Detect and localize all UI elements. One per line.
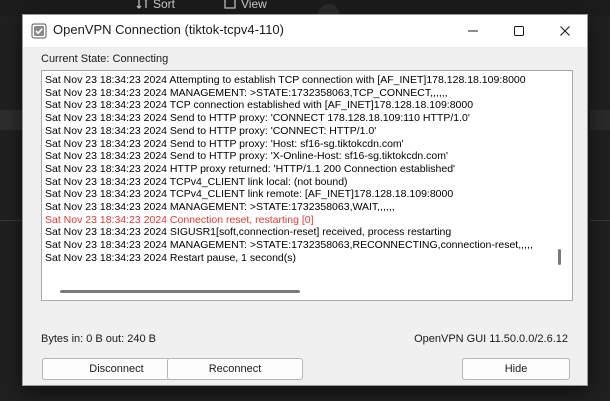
log-line: Sat Nov 23 18:34:23 2024 TCPv4_CLIENT li… <box>45 188 454 201</box>
maximize-icon <box>514 26 524 36</box>
maximize-button[interactable] <box>496 15 542 47</box>
window-title: OpenVPN Connection (tiktok-tcpv4-110) <box>53 22 284 37</box>
openvpn-connection-window: OpenVPN Connection (tiktok-tcpv4-110) Cu… <box>22 14 588 386</box>
log-line: Sat Nov 23 18:34:23 2024 MANAGEMENT: >ST… <box>45 239 533 252</box>
log-line: Sat Nov 23 18:34:23 2024 TCPv4_CLIENT li… <box>45 175 348 188</box>
log-line: Sat Nov 23 18:34:23 2024 SIGUSR1[soft,co… <box>45 226 452 239</box>
log-line: Sat Nov 23 18:34:23 2024 Send to HTTP pr… <box>45 150 449 163</box>
title-bar[interactable]: OpenVPN Connection (tiktok-tcpv4-110) <box>23 15 587 47</box>
current-state-label: Current State: Connecting <box>41 53 169 65</box>
minimize-icon <box>468 30 478 32</box>
horizontal-scrollbar-thumb[interactable] <box>60 290 300 293</box>
log-line-error: Sat Nov 23 18:34:23 2024 Connection rese… <box>45 213 314 226</box>
minimize-button[interactable] <box>450 15 496 47</box>
log-line: Sat Nov 23 18:34:23 2024 Send to HTTP pr… <box>45 112 470 125</box>
background-sort-label[interactable]: Sort <box>153 0 175 11</box>
log-line: Sat Nov 23 18:34:23 2024 MANAGEMENT: >ST… <box>45 201 395 214</box>
log-line: Sat Nov 23 18:34:23 2024 HTTP proxy retu… <box>45 162 456 175</box>
log-line: Sat Nov 23 18:34:23 2024 Attempting to e… <box>45 74 526 86</box>
log-lines: Sat Nov 23 18:34:23 2024 Attempting to e… <box>45 74 555 265</box>
sort-icon <box>136 0 150 10</box>
version-label: OpenVPN GUI 11.50.0.0/2.6.12 <box>414 333 568 345</box>
log-line: Sat Nov 23 18:34:23 2024 MANAGEMENT: >ST… <box>45 86 448 99</box>
hide-button[interactable]: Hide <box>462 358 570 380</box>
background-view-label[interactable]: View <box>241 0 267 11</box>
background-selected-row <box>0 110 22 130</box>
bytes-counter: Bytes in: 0 B out: 240 B <box>41 333 156 345</box>
vertical-scrollbar-thumb[interactable] <box>558 249 561 265</box>
reconnect-button[interactable]: Reconnect <box>167 358 303 380</box>
log-line: Sat Nov 23 18:34:23 2024 TCP connection … <box>45 99 474 112</box>
view-icon <box>223 0 237 10</box>
background-divider <box>0 220 22 221</box>
openvpn-app-icon <box>31 23 47 39</box>
background-divider-right <box>590 220 610 221</box>
log-line: Sat Nov 23 18:34:23 2024 Restart pause, … <box>45 251 296 264</box>
close-button[interactable] <box>542 15 588 47</box>
log-output[interactable]: Sat Nov 23 18:34:23 2024 Attempting to e… <box>41 70 573 301</box>
background-selected-row-right <box>590 110 610 130</box>
log-line: Sat Nov 23 18:34:23 2024 Send to HTTP pr… <box>45 124 377 137</box>
close-icon <box>560 26 570 36</box>
log-line: Sat Nov 23 18:34:23 2024 Send to HTTP pr… <box>45 137 404 150</box>
